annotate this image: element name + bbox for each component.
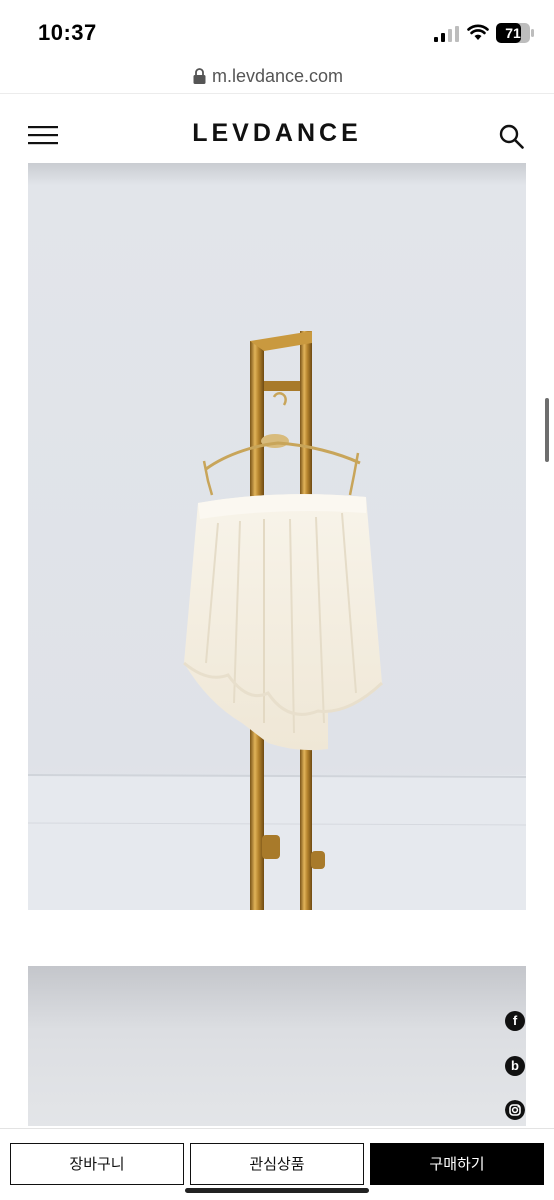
product-photo-secondary [28,966,526,1126]
product-photo [28,163,526,910]
site-header: LEVDANCE [0,95,554,165]
blog-icon[interactable]: b [505,1056,525,1076]
lock-icon [193,68,206,84]
signal-icon [434,26,459,42]
product-image-secondary[interactable] [28,966,526,1126]
battery-level: 71 [505,25,521,41]
url-bar[interactable]: m.levdance.com [0,62,554,94]
add-to-cart-button[interactable]: 장바구니 [10,1143,184,1185]
product-image[interactable] [28,163,526,910]
home-indicator [185,1188,369,1193]
search-icon[interactable] [499,124,524,149]
scrollbar-thumb[interactable] [545,398,549,462]
wishlist-button[interactable]: 관심상품 [190,1143,364,1185]
status-bar: 10:37 71 [0,0,554,62]
status-time: 10:37 [38,20,97,45]
wifi-icon [467,24,489,40]
facebook-icon[interactable]: f [505,1011,525,1031]
brand-logo[interactable]: LEVDANCE [0,119,554,148]
instagram-icon[interactable] [505,1100,525,1120]
buy-now-button[interactable]: 구매하기 [370,1143,544,1185]
url-text[interactable]: m.levdance.com [212,66,343,87]
